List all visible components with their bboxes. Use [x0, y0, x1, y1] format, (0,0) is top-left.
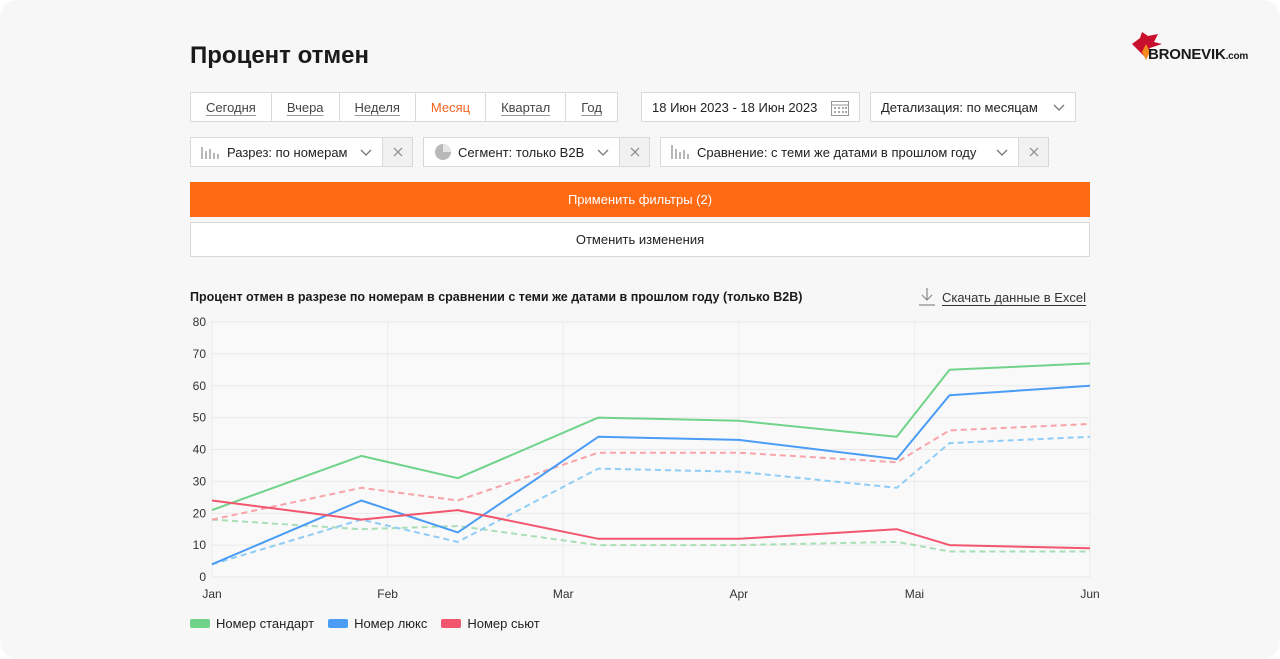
x-tick-label: Mai [905, 587, 924, 601]
y-tick-label: 70 [193, 347, 207, 361]
legend-swatch [328, 619, 349, 628]
y-tick-label: 50 [193, 411, 207, 425]
cancellation-line-chart: 0 10 20 30 40 50 60 70 80 Jan Feb Mar Apr Mai Jun [193, 315, 1100, 601]
x-tick-label: Apr [729, 587, 748, 601]
x-tick-label: Feb [377, 587, 398, 601]
legend-label: Номер сьют [467, 616, 540, 631]
y-tick-label: 60 [193, 379, 207, 393]
legend-label: Номер стандарт [216, 616, 315, 631]
legend-item-standard[interactable]: Номер стандарт [190, 616, 314, 631]
report-card: Процент отмен BRONEVIK.com Сегодня Вчера… [0, 0, 1280, 659]
y-tick-label: 40 [193, 443, 207, 457]
y-tick-label: 10 [193, 538, 207, 552]
x-tick-label: Jan [202, 587, 221, 601]
legend-label: Номер люкс [354, 616, 428, 631]
y-tick-label: 0 [199, 570, 206, 584]
y-tick-label: 80 [193, 315, 207, 329]
x-tick-label: Jun [1080, 587, 1099, 601]
y-tick-label: 30 [193, 474, 207, 488]
y-tick-label: 20 [193, 506, 207, 520]
legend-swatch [190, 619, 210, 628]
chart-legend: Номер стандарт Номер люкс Номер сьют [190, 616, 554, 631]
legend-item-suite[interactable]: Номер сьют [441, 616, 540, 631]
x-tick-label: Mar [553, 587, 574, 601]
legend-item-lux[interactable]: Номер люкс [328, 616, 427, 631]
legend-swatch [441, 619, 462, 628]
